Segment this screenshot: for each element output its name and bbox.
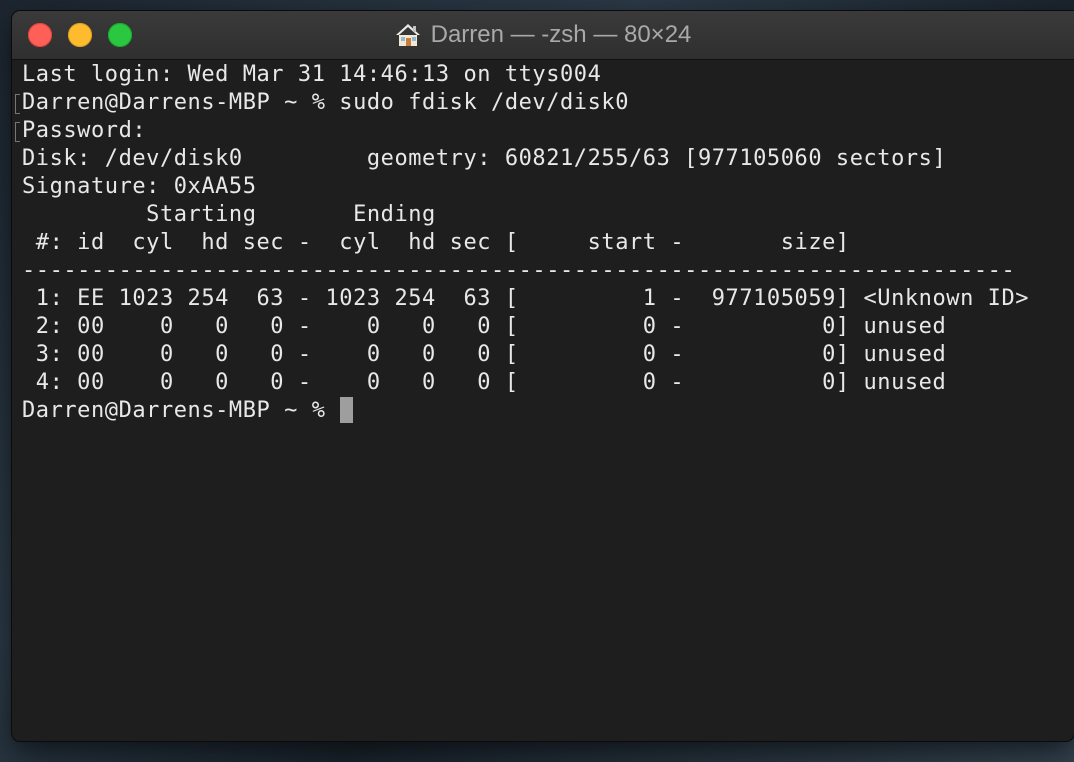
window-title: Darren — -zsh — 80×24: [430, 21, 692, 48]
terminal-line: 2: 00 0 0 0 - 0 0 0 [ 0 - 0] unused: [22, 313, 1064, 341]
terminal-line: ----------------------------------------…: [22, 257, 1064, 285]
prompt-line[interactable]: Darren@Darrens-MBP ~ %: [22, 397, 1064, 425]
terminal-line: 3: 00 0 0 0 - 0 0 0 [ 0 - 0] unused: [22, 341, 1064, 369]
terminal-line: Password:: [15, 117, 1064, 145]
terminal-line: #: id cyl hd sec - cyl hd sec [ start - …: [22, 229, 1064, 257]
window-title-area: Darren — -zsh — 80×24: [12, 11, 1074, 59]
terminal-line: 4: 00 0 0 0 - 0 0 0 [ 0 - 0] unused: [22, 369, 1064, 397]
line-text: Darren@Darrens-MBP ~ % sudo fdisk /dev/d…: [22, 90, 629, 115]
line-text: 3: 00 0 0 0 - 0 0 0 [ 0 - 0] unused: [22, 342, 947, 367]
line-text: Starting Ending: [22, 202, 436, 227]
title-bar[interactable]: Darren — -zsh — 80×24: [12, 11, 1074, 60]
line-text: Signature: 0xAA55: [22, 174, 257, 199]
command-mark: [15, 122, 20, 142]
terminal-output[interactable]: Last login: Wed Mar 31 14:46:13 on ttys0…: [15, 60, 1064, 741]
line-text: 1: EE 1023 254 63 - 1023 254 63 [ 1 - 97…: [22, 286, 1030, 311]
terminal-line: 1: EE 1023 254 63 - 1023 254 63 [ 1 - 97…: [22, 285, 1064, 313]
line-text: Last login: Wed Mar 31 14:46:13 on ttys0…: [22, 62, 602, 87]
terminal-line: Starting Ending: [22, 201, 1064, 229]
line-text: 4: 00 0 0 0 - 0 0 0 [ 0 - 0] unused: [22, 370, 947, 395]
terminal-window: Darren — -zsh — 80×24 Last login: Wed Ma…: [12, 11, 1074, 741]
home-icon: [395, 22, 421, 48]
command-mark: [15, 94, 20, 114]
line-text: Password:: [22, 118, 147, 143]
terminal-line: Last login: Wed Mar 31 14:46:13 on ttys0…: [22, 61, 1064, 89]
terminal-line: Signature: 0xAA55: [22, 173, 1064, 201]
text-cursor: [340, 397, 354, 423]
line-text: Disk: /dev/disk0 geometry: 60821/255/63 …: [22, 146, 947, 171]
line-text: #: id cyl hd sec - cyl hd sec [ start - …: [22, 230, 850, 255]
shell-prompt: Darren@Darrens-MBP ~ %: [22, 398, 340, 423]
line-text: ----------------------------------------…: [22, 258, 1016, 283]
terminal-line: Darren@Darrens-MBP ~ % sudo fdisk /dev/d…: [15, 89, 1064, 117]
terminal-line: Disk: /dev/disk0 geometry: 60821/255/63 …: [22, 145, 1064, 173]
line-text: 2: 00 0 0 0 - 0 0 0 [ 0 - 0] unused: [22, 314, 947, 339]
